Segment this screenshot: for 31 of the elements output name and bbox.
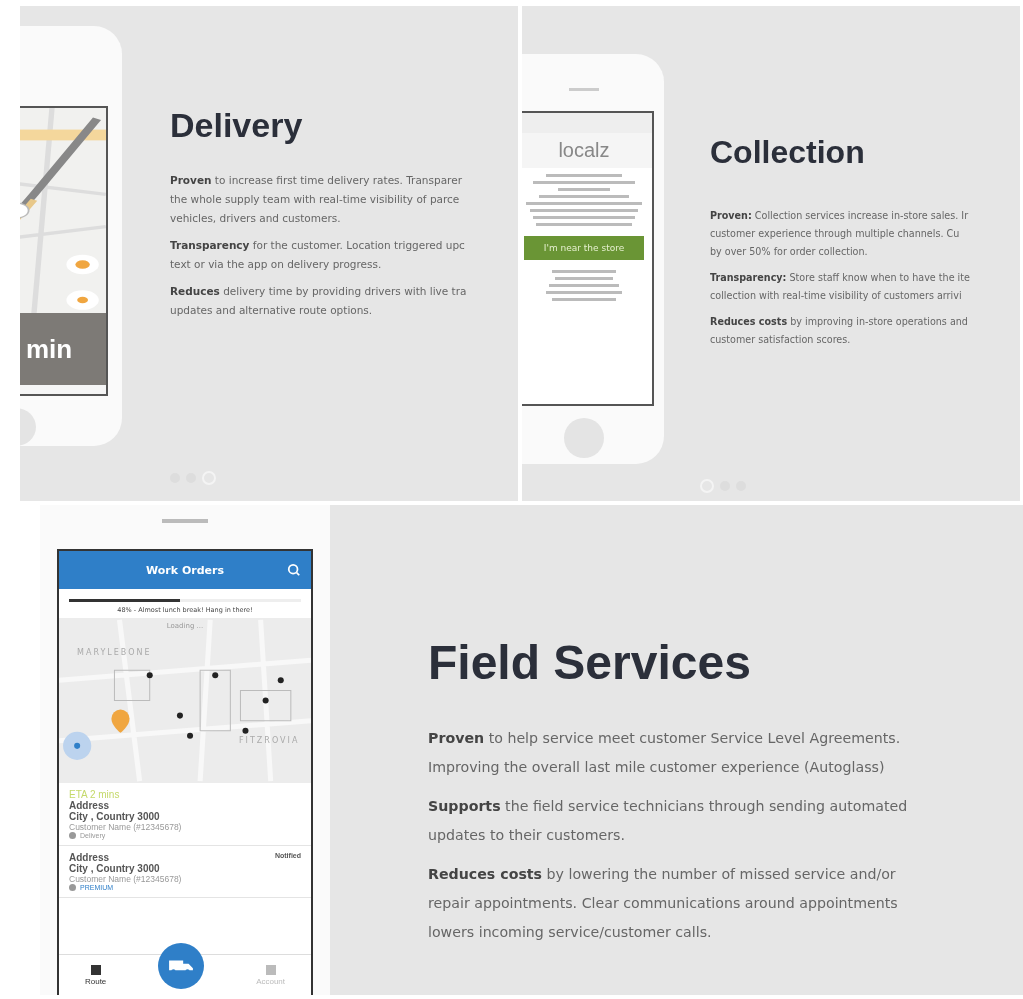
slide-title: Collection [710,134,866,171]
nav-tab[interactable]: Account [256,964,286,986]
feature-paragraph: Reduces costs by improving in-store operations and customer satisfaction scores. [710,315,969,347]
order-address: Address [69,852,109,863]
order-address: Address [69,800,109,811]
map-label: MARYLEBONE [77,648,152,657]
customer-name: Customer Name (#12345678) [69,822,183,832]
map-label: FITZROVIA [239,736,300,745]
order-city: City , Country 3000 [69,863,160,874]
eta-text: ETA 2 mins [69,789,121,800]
speaker-icon [569,88,599,91]
search-icon[interactable] [287,563,301,577]
feature-paragraph: Proven to increase first time delivery rates. Transparer the whole supply team with real-time visibility of parce vehicles, drivers and customers. [170,173,463,226]
logo: localz [522,133,652,168]
screen-title: Work Orders [146,563,224,577]
slide-title: Field Services [428,635,752,690]
feature-paragraph: Supports the field service technicians through sending automated updates to their customers. [428,797,908,845]
slide-title: Delivery [170,106,304,145]
order-city: City , Country 3000 [69,811,160,822]
eta-text: min [26,333,73,365]
feature-paragraph: Reduces delivery time by providing drivers with live tra updates and alternative route options. [170,284,467,318]
feature-paragraph: Proven: Collection services increase in-store sales. Ir customer experience through multiple channels. Cu by over 50% for order collection. [710,209,970,259]
feature-paragraph: Reduces costs by lowering the number of missed service and/or repair appointments. Clear communications around appointments lowers incoming service/customer calls. [428,865,899,942]
feature-paragraph: Transparency for the customer. Location triggered upc text or via the app on delivery progress. [170,238,466,272]
truck-button[interactable] [158,943,205,989]
near-store-button[interactable]: I'm near the store [524,236,644,260]
feature-paragraph: Transparency: Store staff know when to have the ite collection with real-time visibility of customers arrivi [710,271,970,303]
feature-paragraph: Proven to help service meet customer Service Level Agreements. Improving the overall last mile customer experience (Autoglass) [428,729,902,777]
customer-name: Customer Name (#12345678) [69,874,183,884]
nav-tab[interactable]: Route [84,964,107,986]
speaker-icon [162,519,208,523]
